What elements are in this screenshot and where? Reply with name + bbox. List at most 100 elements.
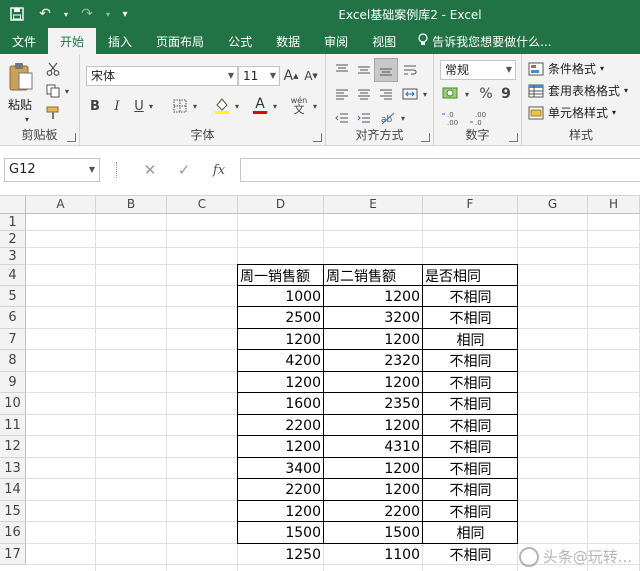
table-cell[interactable]: 2200 <box>324 501 423 522</box>
decrease-decimal-icon[interactable]: .00.0 <box>468 108 492 128</box>
row-header-17[interactable]: 17 <box>0 544 26 565</box>
row-header-13[interactable]: 13 <box>0 458 26 479</box>
table-cell[interactable]: 不相同 <box>423 436 518 458</box>
row-header-3[interactable]: 3 <box>0 248 26 265</box>
merge-center-icon[interactable] <box>400 84 420 104</box>
row-header-6[interactable]: 6 <box>0 307 26 329</box>
tab-file[interactable]: 文件 <box>0 28 48 54</box>
row-header-8[interactable]: 8 <box>0 350 26 372</box>
format-as-table-button[interactable]: 套用表格格式 ▾ <box>528 82 628 99</box>
align-center-icon[interactable] <box>354 84 374 104</box>
font-size-dropdown[interactable]: 11 ▼ <box>238 66 280 86</box>
table-cell[interactable]: 1200 <box>238 372 324 393</box>
table-cell[interactable]: 1200 <box>324 458 423 479</box>
table-cell[interactable]: 4200 <box>238 350 324 372</box>
number-format-dropdown[interactable]: 常规 ▼ <box>440 60 516 80</box>
underline-dropdown-icon[interactable]: ▾ <box>146 98 156 114</box>
row-header-4[interactable]: 4 <box>0 265 26 286</box>
accounting-format-icon[interactable] <box>440 84 462 104</box>
name-box[interactable]: G12 ▼ <box>4 158 100 182</box>
borders-icon[interactable] <box>170 96 190 116</box>
row-header-11[interactable]: 11 <box>0 415 26 436</box>
borders-dropdown-icon[interactable]: ▾ <box>190 98 200 114</box>
column-header-b[interactable]: B <box>96 196 167 214</box>
table-cell[interactable]: 不相同 <box>423 544 518 565</box>
bottom-align-icon[interactable] <box>374 58 398 82</box>
table-cell[interactable]: 2350 <box>324 393 423 415</box>
tab-view[interactable]: 视图 <box>360 28 408 54</box>
row-header-9[interactable]: 9 <box>0 372 26 393</box>
table-cell[interactable]: 2200 <box>238 479 324 501</box>
cut-icon[interactable] <box>44 60 62 78</box>
accounting-dropdown-icon[interactable]: ▾ <box>462 86 472 102</box>
paste-button[interactable]: 粘贴 <box>8 96 32 113</box>
table-cell[interactable]: 2320 <box>324 350 423 372</box>
number-launcher-icon[interactable] <box>509 133 518 142</box>
table-cell[interactable]: 1200 <box>238 501 324 522</box>
orientation-icon[interactable]: ab <box>378 108 398 128</box>
column-header-c[interactable]: C <box>167 196 238 214</box>
table-cell[interactable]: 1200 <box>324 479 423 501</box>
row-header-7[interactable]: 7 <box>0 329 26 350</box>
row-header-16[interactable]: 16 <box>0 522 26 544</box>
paste-icon[interactable] <box>6 60 36 94</box>
row-header-1[interactable]: 1 <box>0 214 26 231</box>
conditional-formatting-button[interactable]: 条件格式 ▾ <box>528 60 604 77</box>
increase-indent-icon[interactable] <box>354 108 374 128</box>
copy-dropdown-icon[interactable]: ▾ <box>62 86 72 96</box>
decrease-indent-icon[interactable] <box>332 108 352 128</box>
tell-me-box[interactable]: 告诉我您想要做什么... <box>408 28 552 54</box>
paste-dropdown-icon[interactable]: ▾ <box>22 114 32 124</box>
tab-insert[interactable]: 插入 <box>96 28 144 54</box>
table-header-cell[interactable]: 周二销售额 <box>324 265 423 286</box>
phonetic-icon[interactable]: wén 文 <box>288 94 310 116</box>
table-cell[interactable]: 不相同 <box>423 415 518 436</box>
font-launcher-icon[interactable] <box>313 133 322 142</box>
table-cell[interactable]: 相同 <box>423 329 518 350</box>
table-cell[interactable]: 1200 <box>324 415 423 436</box>
table-cell[interactable]: 不相同 <box>423 307 518 329</box>
tab-page-layout[interactable]: 页面布局 <box>144 28 216 54</box>
table-cell[interactable]: 不相同 <box>423 393 518 415</box>
table-header-cell[interactable]: 是否相同 <box>423 265 518 286</box>
merge-dropdown-icon[interactable]: ▾ <box>420 86 430 102</box>
row-header-14[interactable]: 14 <box>0 479 26 501</box>
top-align-icon[interactable] <box>332 60 352 80</box>
format-painter-icon[interactable] <box>44 104 62 122</box>
table-cell[interactable]: 1250 <box>238 544 324 565</box>
column-header-g[interactable]: G <box>518 196 588 214</box>
table-cell[interactable]: 1100 <box>324 544 423 565</box>
row-header-2[interactable]: 2 <box>0 231 26 248</box>
middle-align-icon[interactable] <box>354 60 374 80</box>
formula-input[interactable] <box>240 158 640 182</box>
table-cell[interactable]: 1200 <box>238 329 324 350</box>
table-cell[interactable]: 1200 <box>324 329 423 350</box>
copy-icon[interactable] <box>44 82 62 100</box>
comma-style-button[interactable]: 9 <box>496 84 516 104</box>
table-cell[interactable]: 1200 <box>324 286 423 307</box>
select-all-corner[interactable] <box>0 196 26 214</box>
cancel-icon[interactable]: ✕ <box>136 158 164 182</box>
tab-data[interactable]: 数据 <box>264 28 312 54</box>
table-cell[interactable]: 不相同 <box>423 479 518 501</box>
insert-function-icon[interactable]: fx <box>204 158 234 182</box>
row-header-5[interactable]: 5 <box>0 286 26 307</box>
tab-formulas[interactable]: 公式 <box>216 28 264 54</box>
column-header-e[interactable]: E <box>324 196 423 214</box>
table-cell[interactable]: 1500 <box>324 522 423 544</box>
cell-styles-button[interactable]: 单元格样式 ▾ <box>528 104 616 121</box>
row-header-15[interactable]: 15 <box>0 501 26 522</box>
column-header-f[interactable]: F <box>423 196 518 214</box>
tab-review[interactable]: 审阅 <box>312 28 360 54</box>
font-color-dropdown-icon[interactable]: ▾ <box>270 98 280 114</box>
phonetic-dropdown-icon[interactable]: ▾ <box>310 98 320 114</box>
row-header-12[interactable]: 12 <box>0 436 26 458</box>
column-header-a[interactable]: A <box>26 196 96 214</box>
table-cell[interactable]: 不相同 <box>423 372 518 393</box>
column-header-d[interactable]: D <box>238 196 324 214</box>
table-cell[interactable]: 不相同 <box>423 350 518 372</box>
wrap-text-icon[interactable] <box>400 60 420 80</box>
tab-home[interactable]: 开始 <box>48 28 97 54</box>
increase-decimal-icon[interactable]: .0.00 <box>440 108 464 128</box>
bold-button[interactable]: B <box>86 96 104 116</box>
